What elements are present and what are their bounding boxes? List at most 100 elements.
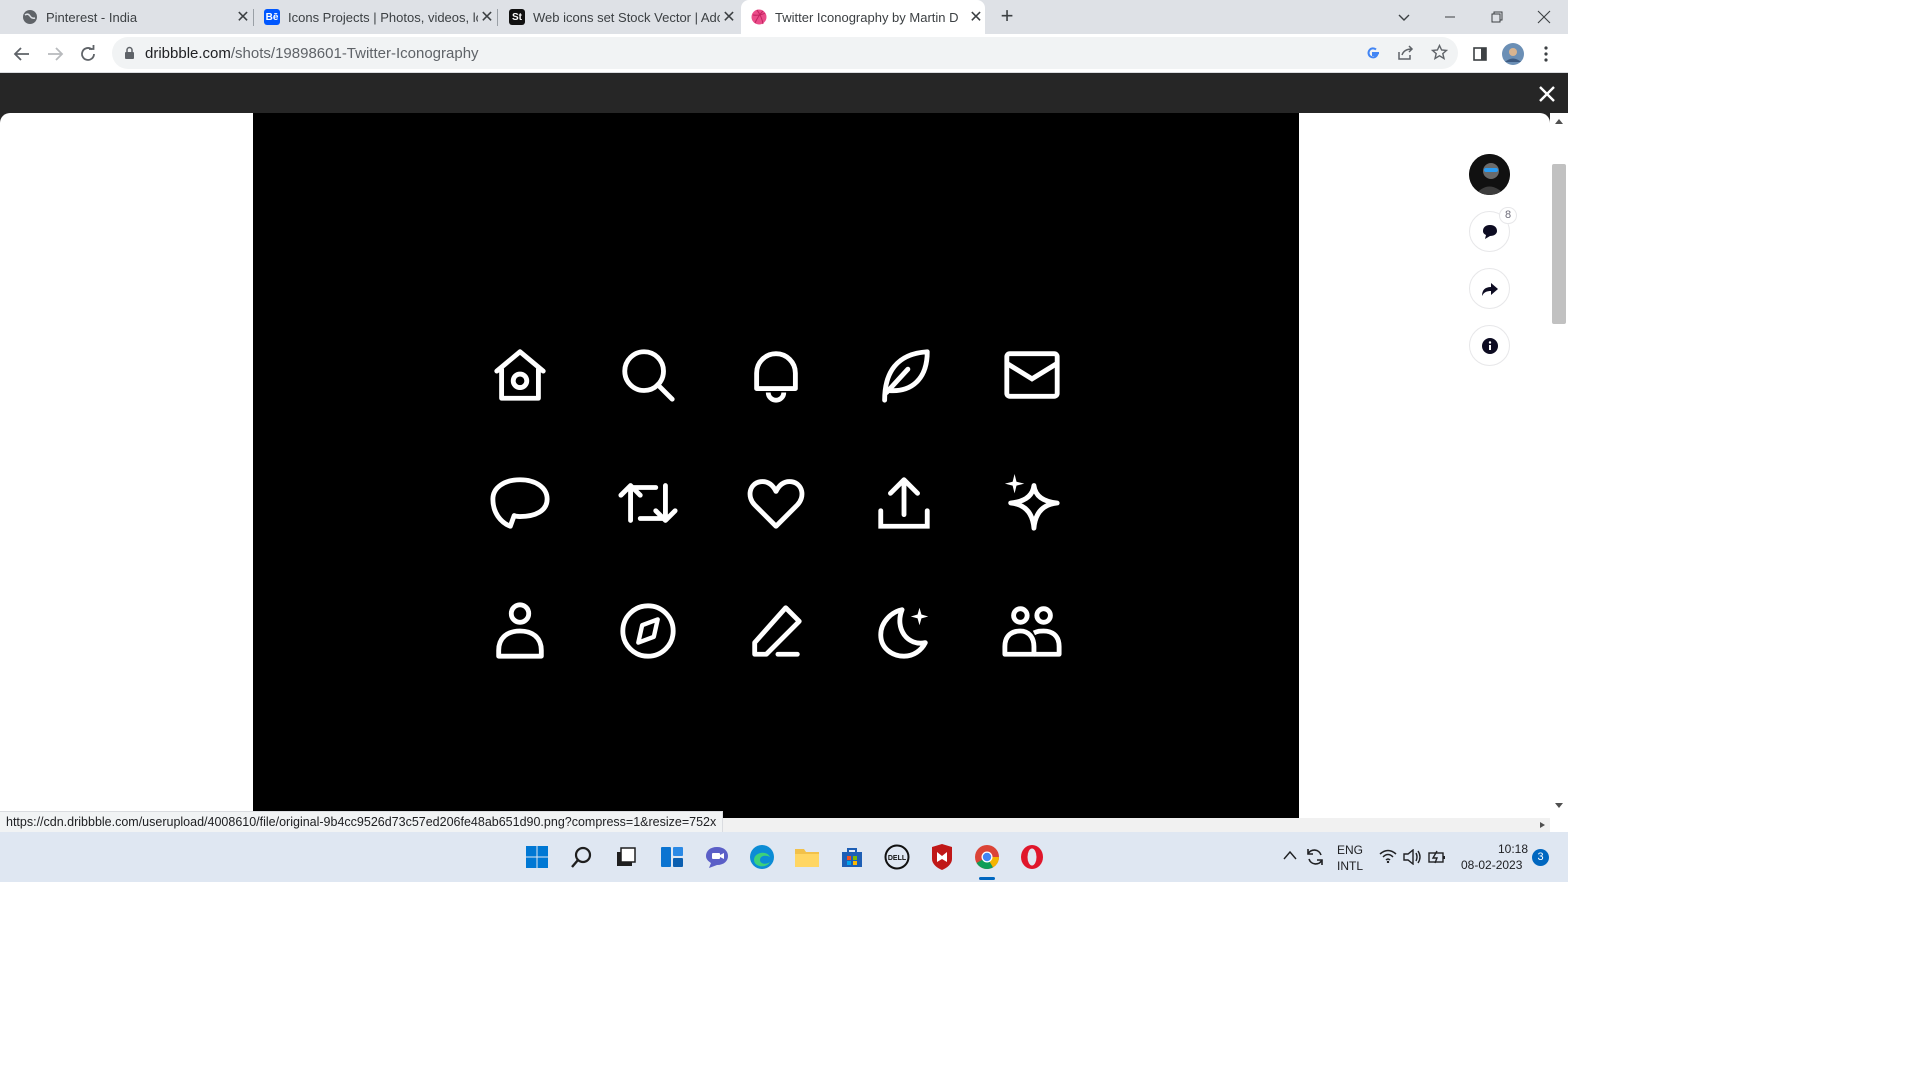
notification-badge[interactable]: 3 <box>1532 849 1549 866</box>
volume-icon[interactable] <box>1403 849 1421 865</box>
close-icon[interactable]: ✕ <box>967 8 985 26</box>
restore-button[interactable] <box>1474 0 1520 34</box>
profile-avatar[interactable] <box>1499 40 1527 68</box>
comment-count-badge: 8 <box>1499 207 1517 224</box>
folder-icon <box>795 849 819 867</box>
chevron-down-icon <box>1398 14 1410 21</box>
compass-icon <box>583 566 713 696</box>
taskbar-search-button[interactable] <box>566 841 598 873</box>
new-tab-button[interactable]: + <box>996 5 1018 28</box>
forward-button[interactable] <box>41 40 69 68</box>
chevron-up-icon[interactable] <box>1283 850 1297 860</box>
battery-icon[interactable] <box>1428 850 1446 864</box>
behance-icon: Bē <box>264 9 280 25</box>
clock-time[interactable]: 10:18 <box>1498 842 1528 856</box>
close-icon[interactable]: ✕ <box>478 8 496 26</box>
edge-button[interactable] <box>746 841 778 873</box>
tab-search-button[interactable] <box>1381 0 1427 34</box>
minimize-button[interactable] <box>1427 0 1473 34</box>
mail-icon <box>967 310 1097 440</box>
tab-adobe-stock[interactable]: St Web icons set Stock Vector | Ado ✕ <box>500 0 738 34</box>
share-page-icon[interactable] <box>1397 45 1414 61</box>
reload-button[interactable] <box>74 40 102 68</box>
people-icon <box>967 566 1097 696</box>
chrome-button[interactable] <box>971 841 1003 873</box>
side-panel-icon <box>1473 47 1487 61</box>
more-vertical-icon <box>1544 46 1548 62</box>
store-button[interactable] <box>836 841 868 873</box>
reload-icon <box>81 45 95 61</box>
chat-icon <box>706 847 728 868</box>
address-bar[interactable]: dribbble.com/shots/19898601-Twitter-Icon… <box>112 37 1458 69</box>
bookmark-star-icon[interactable] <box>1431 44 1448 61</box>
wifi-icon[interactable] <box>1379 849 1397 863</box>
close-icon[interactable]: ✕ <box>234 8 252 26</box>
feather-icon <box>839 310 969 440</box>
chat-bubble-icon <box>455 438 585 568</box>
info-button[interactable] <box>1469 325 1510 366</box>
edit-icon <box>711 566 841 696</box>
active-app-indicator <box>979 877 995 880</box>
heart-icon <box>711 438 841 568</box>
arrow-right-icon <box>48 47 64 61</box>
start-button[interactable] <box>521 841 553 873</box>
moon-star-icon <box>839 566 969 696</box>
avatar-icon <box>1502 43 1524 65</box>
tab-pinterest[interactable]: Pinterest - India ✕ <box>12 0 252 34</box>
info-icon <box>1481 337 1498 354</box>
share-button[interactable] <box>1469 268 1510 309</box>
tab-separator <box>253 9 254 26</box>
share-icon <box>839 438 969 568</box>
opera-icon <box>1021 845 1043 869</box>
url-host: dribbble.com <box>145 45 231 62</box>
tab-separator <box>497 9 498 26</box>
task-view-button[interactable] <box>610 841 642 873</box>
scrollbar-thumb[interactable] <box>1552 164 1566 324</box>
task-view-icon <box>617 847 636 866</box>
language-code[interactable]: ENG <box>1337 843 1363 857</box>
lock-icon <box>125 46 134 59</box>
widgets-icon <box>661 847 683 867</box>
home-icon <box>455 310 585 440</box>
scroll-down-icon[interactable] <box>1554 802 1564 810</box>
tab-label: Pinterest - India <box>46 9 138 25</box>
search-icon <box>571 846 592 868</box>
browser-menu-button[interactable] <box>1532 40 1560 68</box>
person-icon <box>455 566 585 696</box>
clock-date[interactable]: 08-02-2023 <box>1461 858 1522 872</box>
teams-chat-button[interactable] <box>701 841 733 873</box>
google-icon[interactable] <box>1365 45 1381 61</box>
url-path: /shots/19898601-Twitter-Iconography <box>230 45 479 62</box>
keyboard-layout[interactable]: INTL <box>1337 859 1363 873</box>
sparkle-icon <box>967 438 1097 568</box>
file-explorer-button[interactable] <box>791 841 823 873</box>
adobe-stock-icon: St <box>509 9 525 25</box>
url-text: dribbble.com/shots/19898601-Twitter-Icon… <box>145 45 479 62</box>
tab-strip: Pinterest - India ✕ Bē Icons Projects | … <box>0 0 1568 34</box>
tab-label: Twitter Iconography by Martin D <box>775 9 959 25</box>
side-panel-button[interactable] <box>1466 40 1494 68</box>
arrow-left-icon <box>13 47 29 61</box>
close-window-button[interactable] <box>1521 0 1567 34</box>
scroll-right-icon[interactable] <box>1538 821 1546 829</box>
opera-button[interactable] <box>1016 841 1048 873</box>
tab-behance[interactable]: Bē Icons Projects | Photos, videos, lo ✕ <box>256 0 496 34</box>
close-icon[interactable]: ✕ <box>720 8 738 26</box>
tab-dribbble[interactable]: Twitter Iconography by Martin D ✕ <box>741 0 985 34</box>
dell-button[interactable]: DELL <box>881 841 913 873</box>
designer-avatar[interactable] <box>1469 154 1510 195</box>
mcafee-shield-icon <box>932 844 952 870</box>
windows-icon <box>526 846 548 868</box>
sync-icon[interactable] <box>1305 847 1325 867</box>
scroll-up-icon[interactable] <box>1554 117 1564 125</box>
mcafee-button[interactable] <box>926 841 958 873</box>
widgets-button[interactable] <box>656 841 688 873</box>
close-modal-button[interactable] <box>1535 82 1559 106</box>
close-icon <box>1539 86 1555 102</box>
store-icon <box>842 848 862 867</box>
search-icon <box>583 310 713 440</box>
back-button[interactable] <box>8 40 36 68</box>
avatar-icon <box>1469 154 1510 195</box>
link-status-bubble: https://cdn.dribbble.com/userupload/4008… <box>0 811 724 833</box>
retweet-icon <box>583 438 713 568</box>
